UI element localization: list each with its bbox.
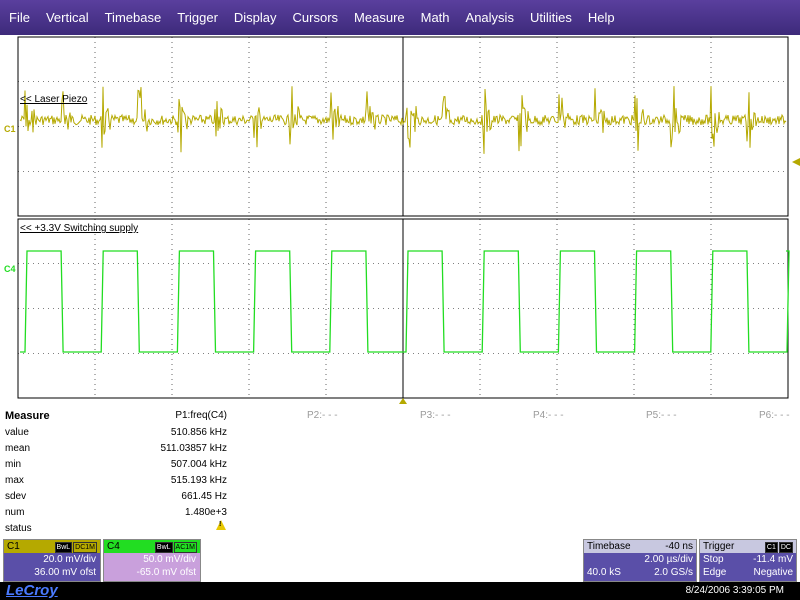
menu-file[interactable]: File [9, 10, 30, 25]
trigger-mode: Stop [703, 554, 724, 565]
datetime-display: 8/24/2006 3:39:05 PM [685, 585, 784, 596]
trigger-coupling-badge: DC [778, 541, 793, 553]
c4-bwl-badge: BwL [154, 541, 173, 553]
c1-descriptor[interactable]: C1 BwL DC1M 20.0 mV/div 36.00 mV ofst [3, 539, 101, 582]
trigger-title: Trigger [703, 541, 735, 552]
lecroy-logo[interactable]: LeCroy [6, 582, 58, 599]
p1-value: 510.856 kHz [170, 427, 227, 438]
p6-header[interactable]: P6:- - - [759, 410, 790, 421]
warning-icon: ! [216, 520, 226, 530]
c1-coupling-badge: DC1M [73, 541, 97, 553]
row-label-num: num [5, 507, 25, 518]
row-label-min: min [5, 459, 22, 470]
c4-descriptor[interactable]: C4 BwL AC1M 50.0 mV/div -65.0 mV ofst [103, 539, 201, 582]
trigger-slope: Negative [753, 567, 793, 578]
c4-coupling-badge: AC1M [173, 541, 197, 553]
menu-utilities[interactable]: Utilities [530, 10, 572, 25]
menu-analysis[interactable]: Analysis [466, 10, 514, 25]
p5-header[interactable]: P5:- - - [646, 410, 677, 421]
row-label-value: value [5, 427, 29, 438]
menu-bar: File Vertical Timebase Trigger Display Cursor… [0, 0, 800, 35]
row-label-sdev: sdev [5, 491, 27, 502]
p1-num: 1.480e+3 [185, 507, 227, 518]
timebase-tdiv: 2.00 µs/div [644, 554, 693, 565]
c1-vdiv: 20.0 mV/div [43, 554, 96, 565]
c1-trace-label[interactable]: << Laser Piezo [20, 94, 87, 105]
menu-measure[interactable]: Measure [354, 10, 405, 25]
c4-channel-marker: C4 [4, 264, 16, 274]
measure-title: Measure [5, 410, 50, 422]
timebase-title: Timebase [587, 541, 631, 552]
status-bar: LeCroy 8/24/2006 3:39:05 PM [0, 582, 800, 600]
measure-panel: Measure value mean min max sdev num stat… [0, 404, 800, 538]
row-label-max: max [5, 475, 24, 486]
p2-header[interactable]: P2:- - - [307, 410, 338, 421]
timebase-descriptor[interactable]: Timebase -40 ns 2.00 µs/div 40.0 kS 2.0 … [583, 539, 697, 582]
c1-bwl-badge: BwL [54, 541, 73, 553]
trigger-descriptor[interactable]: Trigger C1 DC Stop -11.4 mV Edge Negative [699, 539, 797, 582]
menu-display[interactable]: Display [234, 10, 277, 25]
scope-display[interactable]: << Laser Piezo << +3.3V Switching supply… [0, 36, 800, 404]
c1-offset: 36.00 mV ofst [34, 567, 96, 578]
row-label-mean: mean [5, 443, 31, 454]
timebase-rate: 2.0 GS/s [654, 567, 693, 578]
trigger-type: Edge [703, 567, 727, 578]
p1-max: 515.193 kHz [170, 475, 227, 486]
c4-desc-name: C4 [107, 541, 120, 552]
c4-offset: -65.0 mV ofst [136, 567, 196, 578]
p1-sdev: 661.45 Hz [181, 491, 227, 502]
p1-mean: 511.03857 kHz [160, 443, 227, 454]
menu-cursors[interactable]: Cursors [293, 10, 339, 25]
timebase-delay: -40 ns [665, 541, 693, 552]
menu-math[interactable]: Math [421, 10, 450, 25]
timebase-samples: 40.0 kS [587, 567, 621, 578]
c4-waveform [20, 250, 790, 353]
menu-timebase[interactable]: Timebase [105, 10, 162, 25]
p1-header[interactable]: P1:freq(C4) [97, 410, 227, 421]
waveform-area[interactable] [0, 36, 800, 404]
c1-channel-marker: C1 [4, 124, 16, 134]
p3-header[interactable]: P3:- - - [420, 410, 451, 421]
c1-desc-name: C1 [7, 541, 20, 552]
menu-trigger[interactable]: Trigger [177, 10, 218, 25]
trigger-level: -11.4 mV [753, 554, 793, 565]
p1-min: 507.004 kHz [170, 459, 227, 470]
c4-vdiv: 50.0 mV/div [143, 554, 196, 565]
trigger-source-badge: C1 [764, 541, 778, 553]
menu-vertical[interactable]: Vertical [46, 10, 89, 25]
row-label-status: status [5, 523, 32, 534]
c4-trace-label[interactable]: << +3.3V Switching supply [20, 223, 138, 234]
p4-header[interactable]: P4:- - - [533, 410, 564, 421]
trigger-level-marker [792, 158, 800, 166]
menu-help[interactable]: Help [588, 10, 615, 25]
